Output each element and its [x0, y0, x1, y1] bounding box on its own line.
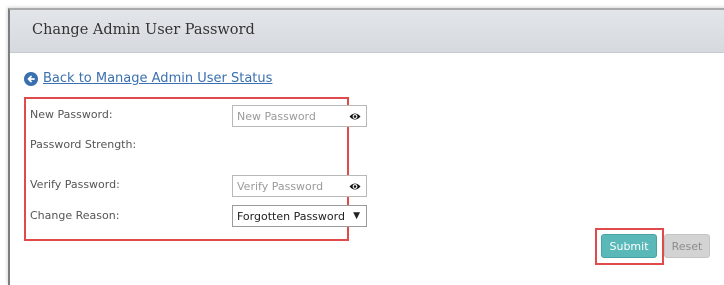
chevron-down-icon: ▼ [353, 211, 360, 221]
submit-button[interactable]: Submit [601, 234, 657, 258]
password-form-highlight: New Password: New Password Password Stre… [24, 97, 367, 241]
password-strength-label: Password Strength: [30, 138, 137, 151]
verify-password-placeholder: Verify Password [237, 180, 324, 193]
change-reason-value: Forgotten Password [237, 210, 345, 223]
panel-header: Change Admin User Password [10, 10, 724, 53]
eye-icon[interactable] [349, 111, 361, 122]
verify-password-input[interactable]: Verify Password [232, 175, 367, 197]
change-reason-select[interactable]: Forgotten Password ▼ [232, 205, 367, 227]
verify-password-label: Verify Password: [30, 178, 120, 191]
change-reason-label: Change Reason: [30, 209, 120, 222]
back-link-label: Back to Manage Admin User Status [43, 71, 273, 86]
new-password-label: New Password: [30, 108, 113, 121]
new-password-placeholder: New Password [237, 110, 316, 123]
reset-button[interactable]: Reset [664, 234, 710, 258]
panel-title: Change Admin User Password [32, 22, 255, 38]
arrow-left-circle-icon [24, 71, 38, 86]
eye-icon[interactable] [349, 181, 361, 192]
new-password-input[interactable]: New Password [232, 105, 367, 127]
back-to-manage-admin-link[interactable]: Back to Manage Admin User Status [24, 71, 272, 86]
